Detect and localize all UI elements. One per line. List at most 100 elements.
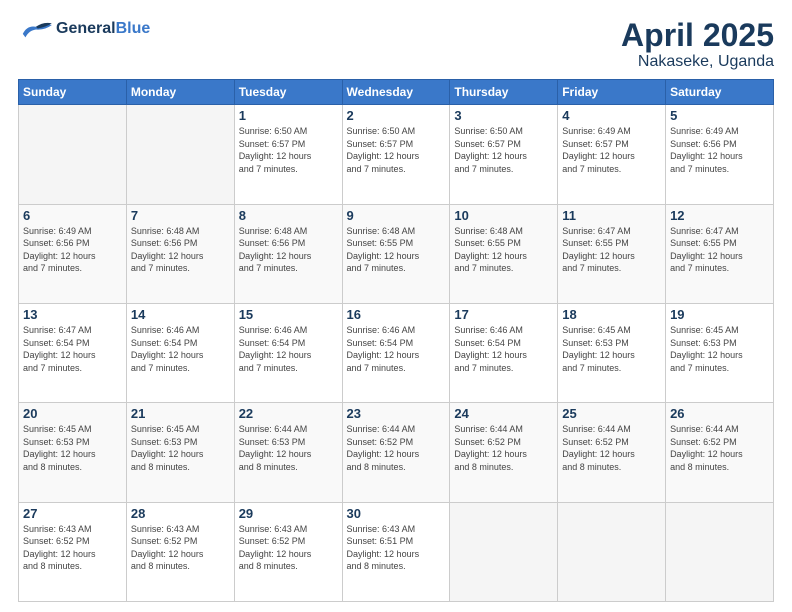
col-saturday: Saturday <box>666 80 774 105</box>
day-number: 27 <box>23 506 122 521</box>
calendar-cell <box>666 502 774 601</box>
day-info: Sunrise: 6:49 AM Sunset: 6:56 PM Dayligh… <box>23 225 122 275</box>
col-monday: Monday <box>126 80 234 105</box>
calendar-cell: 23Sunrise: 6:44 AM Sunset: 6:52 PM Dayli… <box>342 403 450 502</box>
day-number: 18 <box>562 307 661 322</box>
calendar-cell: 3 Sunrise: 6:50 AM Sunset: 6:57 PM Daylig… <box>450 105 558 204</box>
week-row-1: 1 Sunrise: 6:50 AM Sunset: 6:57 PM Daylig… <box>19 105 774 204</box>
day-number: 30 <box>347 506 446 521</box>
calendar-cell: 2Sunrise: 6:50 AM Sunset: 6:57 PM Daylig… <box>342 105 450 204</box>
logo-icon <box>18 18 54 40</box>
calendar-subtitle: Nakaseke, Uganda <box>621 53 774 71</box>
calendar-title: April 2025 <box>621 18 774 53</box>
day-number: 1 <box>239 108 338 123</box>
col-thursday: Thursday <box>450 80 558 105</box>
day-info: Sunrise: 6:44 AM Sunset: 6:52 PM Dayligh… <box>347 423 446 473</box>
day-number: 10 <box>454 208 553 223</box>
day-number: 29 <box>239 506 338 521</box>
day-number: 12 <box>670 208 769 223</box>
day-info: Sunrise: 6:45 AM Sunset: 6:53 PM Dayligh… <box>131 423 230 473</box>
calendar-cell: 4Sunrise: 6:49 AM Sunset: 6:57 PM Daylig… <box>558 105 666 204</box>
day-info: Sunrise: 6:48 AM Sunset: 6:56 PM Dayligh… <box>131 225 230 275</box>
title-block: April 2025 Nakaseke, Uganda <box>621 18 774 71</box>
day-number: 26 <box>670 406 769 421</box>
calendar-cell: 10 Sunrise: 6:48 AM Sunset: 6:55 PM Dayli… <box>450 204 558 303</box>
day-info: Sunrise: 6:48 AM Sunset: 6:55 PM Dayligh… <box>347 225 446 275</box>
day-number: 4 <box>562 108 661 123</box>
calendar-cell: 24 Sunrise: 6:44 AM Sunset: 6:52 PM Dayli… <box>450 403 558 502</box>
day-info: Sunrise: 6:47 AM Sunset: 6:55 PM Dayligh… <box>562 225 661 275</box>
calendar-cell: 19 Sunrise: 6:45 AM Sunset: 6:53 PM Dayli… <box>666 303 774 402</box>
day-info: Sunrise: 6:46 AM Sunset: 6:54 PM Dayligh… <box>347 324 446 374</box>
day-info: Sunrise: 6:49 AM Sunset: 6:56 PM Dayligh… <box>670 125 769 175</box>
day-info: Sunrise: 6:48 AM Sunset: 6:55 PM Dayligh… <box>454 225 553 275</box>
day-number: 22 <box>239 406 338 421</box>
calendar-cell <box>450 502 558 601</box>
day-info: Sunrise: 6:43 AM Sunset: 6:51 PM Dayligh… <box>347 523 446 573</box>
day-info: Sunrise: 6:47 AM Sunset: 6:55 PM Dayligh… <box>670 225 769 275</box>
calendar-cell: 30 Sunrise: 6:43 AM Sunset: 6:51 PM Dayli… <box>342 502 450 601</box>
day-info: Sunrise: 6:44 AM Sunset: 6:52 PM Dayligh… <box>562 423 661 473</box>
calendar-cell: 14 Sunrise: 6:46 AM Sunset: 6:54 PM Dayli… <box>126 303 234 402</box>
calendar-cell: 8 Sunrise: 6:48 AM Sunset: 6:56 PM Daylig… <box>234 204 342 303</box>
day-number: 20 <box>23 406 122 421</box>
col-sunday: Sunday <box>19 80 127 105</box>
calendar-cell: 16 Sunrise: 6:46 AM Sunset: 6:54 PM Dayli… <box>342 303 450 402</box>
calendar-cell: 9 Sunrise: 6:48 AM Sunset: 6:55 PM Daylig… <box>342 204 450 303</box>
day-number: 11 <box>562 208 661 223</box>
day-info: Sunrise: 6:43 AM Sunset: 6:52 PM Dayligh… <box>239 523 338 573</box>
week-row-4: 20 Sunrise: 6:45 AM Sunset: 6:53 PM Dayli… <box>19 403 774 502</box>
day-info: Sunrise: 6:44 AM Sunset: 6:52 PM Dayligh… <box>454 423 553 473</box>
day-info: Sunrise: 6:50 AM Sunset: 6:57 PM Dayligh… <box>239 125 338 175</box>
day-info: Sunrise: 6:48 AM Sunset: 6:56 PM Dayligh… <box>239 225 338 275</box>
day-info: Sunrise: 6:45 AM Sunset: 6:53 PM Dayligh… <box>562 324 661 374</box>
calendar-cell: 7Sunrise: 6:48 AM Sunset: 6:56 PM Daylig… <box>126 204 234 303</box>
calendar-cell <box>19 105 127 204</box>
calendar-cell: 27 Sunrise: 6:43 AM Sunset: 6:52 PM Dayli… <box>19 502 127 601</box>
header: GeneralBlue April 2025 Nakaseke, Uganda <box>18 18 774 71</box>
day-number: 24 <box>454 406 553 421</box>
day-number: 5 <box>670 108 769 123</box>
logo: GeneralBlue <box>18 18 150 40</box>
calendar-cell: 21 Sunrise: 6:45 AM Sunset: 6:53 PM Dayli… <box>126 403 234 502</box>
day-number: 15 <box>239 307 338 322</box>
col-tuesday: Tuesday <box>234 80 342 105</box>
day-number: 16 <box>347 307 446 322</box>
calendar-cell <box>126 105 234 204</box>
day-info: Sunrise: 6:45 AM Sunset: 6:53 PM Dayligh… <box>670 324 769 374</box>
day-number: 14 <box>131 307 230 322</box>
calendar-cell <box>558 502 666 601</box>
day-number: 8 <box>239 208 338 223</box>
page: GeneralBlue April 2025 Nakaseke, Uganda … <box>0 0 792 612</box>
day-number: 9 <box>347 208 446 223</box>
day-info: Sunrise: 6:43 AM Sunset: 6:52 PM Dayligh… <box>131 523 230 573</box>
day-number: 3 <box>454 108 553 123</box>
calendar-cell: 18 Sunrise: 6:45 AM Sunset: 6:53 PM Dayli… <box>558 303 666 402</box>
day-number: 17 <box>454 307 553 322</box>
day-number: 21 <box>131 406 230 421</box>
day-info: Sunrise: 6:44 AM Sunset: 6:52 PM Dayligh… <box>670 423 769 473</box>
day-number: 6 <box>23 208 122 223</box>
calendar-cell: 11 Sunrise: 6:47 AM Sunset: 6:55 PM Dayli… <box>558 204 666 303</box>
day-info: Sunrise: 6:46 AM Sunset: 6:54 PM Dayligh… <box>131 324 230 374</box>
calendar-table: Sunday Monday Tuesday Wednesday Thursday… <box>18 79 774 602</box>
day-info: Sunrise: 6:50 AM Sunset: 6:57 PM Dayligh… <box>347 125 446 175</box>
day-number: 19 <box>670 307 769 322</box>
week-row-2: 6 Sunrise: 6:49 AM Sunset: 6:56 PM Daylig… <box>19 204 774 303</box>
calendar-cell: 22Sunrise: 6:44 AM Sunset: 6:53 PM Dayli… <box>234 403 342 502</box>
day-number: 25 <box>562 406 661 421</box>
day-info: Sunrise: 6:50 AM Sunset: 6:57 PM Dayligh… <box>454 125 553 175</box>
week-row-5: 27 Sunrise: 6:43 AM Sunset: 6:52 PM Dayli… <box>19 502 774 601</box>
calendar-cell: 15 Sunrise: 6:46 AM Sunset: 6:54 PM Dayli… <box>234 303 342 402</box>
day-info: Sunrise: 6:46 AM Sunset: 6:54 PM Dayligh… <box>239 324 338 374</box>
logo-text-general: General <box>56 20 116 37</box>
calendar-cell: 25 Sunrise: 6:44 AM Sunset: 6:52 PM Dayli… <box>558 403 666 502</box>
calendar-cell: 26 Sunrise: 6:44 AM Sunset: 6:52 PM Dayli… <box>666 403 774 502</box>
day-number: 13 <box>23 307 122 322</box>
day-info: Sunrise: 6:45 AM Sunset: 6:53 PM Dayligh… <box>23 423 122 473</box>
col-friday: Friday <box>558 80 666 105</box>
calendar-cell: 13Sunrise: 6:47 AM Sunset: 6:54 PM Dayli… <box>19 303 127 402</box>
day-info: Sunrise: 6:43 AM Sunset: 6:52 PM Dayligh… <box>23 523 122 573</box>
day-info: Sunrise: 6:46 AM Sunset: 6:54 PM Dayligh… <box>454 324 553 374</box>
calendar-cell: 12 Sunrise: 6:47 AM Sunset: 6:55 PM Dayli… <box>666 204 774 303</box>
